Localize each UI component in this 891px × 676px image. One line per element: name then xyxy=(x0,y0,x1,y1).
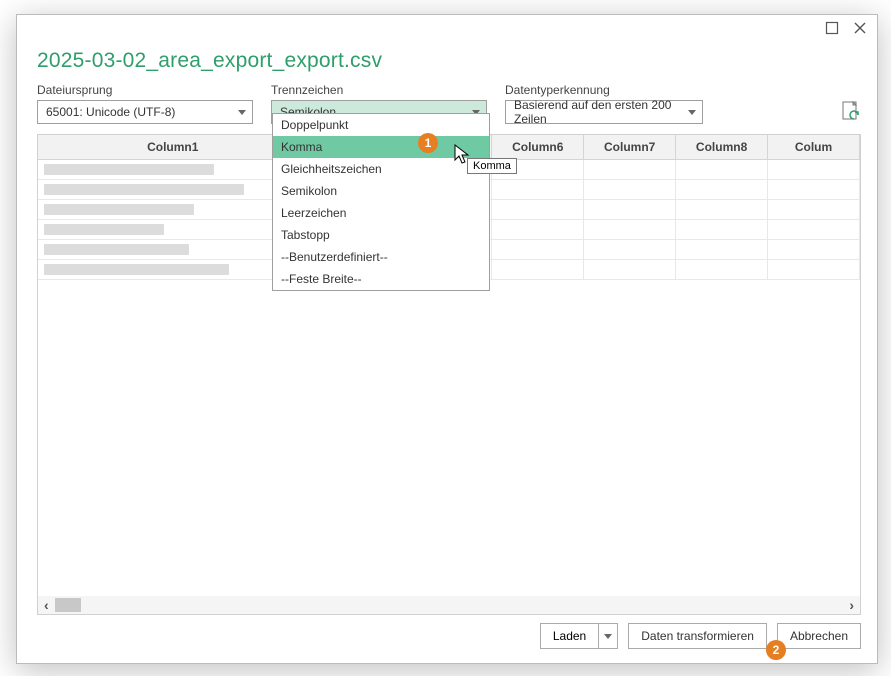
origin-dropdown[interactable]: 65001: Unicode (UTF-8) xyxy=(37,100,253,124)
annotation-marker-2: 2 xyxy=(766,640,786,660)
table-cell xyxy=(768,239,860,259)
transform-button[interactable]: Daten transformieren xyxy=(628,623,767,649)
datatype-control: Datentyperkennung Basierend auf den erst… xyxy=(505,83,703,124)
table-cell xyxy=(584,199,676,219)
separator-option[interactable]: --Benutzerdefiniert-- xyxy=(273,246,489,268)
separator-option[interactable]: Gleichheitszeichen xyxy=(273,158,489,180)
close-icon[interactable] xyxy=(853,21,867,35)
table-cell xyxy=(584,259,676,279)
csv-import-dialog: 2025-03-02_area_export_export.csv Dateiu… xyxy=(16,14,878,664)
table-cell xyxy=(676,259,768,279)
origin-control: Dateiursprung 65001: Unicode (UTF-8) xyxy=(37,83,253,124)
table-cell xyxy=(584,219,676,239)
table-cell xyxy=(676,199,768,219)
table-cell xyxy=(492,199,584,219)
table-cell xyxy=(676,179,768,199)
table-cell xyxy=(492,219,584,239)
separator-dropdown-list: DoppelpunktKommaGleichheitszeichenSemiko… xyxy=(272,113,490,291)
load-button-split: Laden xyxy=(540,623,618,649)
column-header[interactable]: Column1 xyxy=(38,135,308,159)
column-header[interactable]: Column6 xyxy=(492,135,584,159)
refresh-icon[interactable] xyxy=(841,101,861,123)
separator-option[interactable]: --Feste Breite-- xyxy=(273,268,489,290)
table-cell xyxy=(768,159,860,179)
origin-value: 65001: Unicode (UTF-8) xyxy=(46,105,175,119)
load-button-label: Laden xyxy=(553,629,586,643)
table-cell xyxy=(492,239,584,259)
origin-label: Dateiursprung xyxy=(37,83,253,97)
annotation-marker-1: 1 xyxy=(418,133,438,153)
file-title: 2025-03-02_area_export_export.csv xyxy=(37,49,861,73)
table-cell xyxy=(38,239,308,259)
dialog-footer: Laden Daten transformieren Abbrechen xyxy=(37,623,861,649)
table-cell xyxy=(768,259,860,279)
table-cell xyxy=(768,219,860,239)
table-cell xyxy=(492,259,584,279)
cancel-button[interactable]: Abbrechen xyxy=(777,623,861,649)
separator-option[interactable]: Komma xyxy=(273,136,489,158)
cancel-button-label: Abbrechen xyxy=(790,629,848,643)
separator-option[interactable]: Leerzeichen xyxy=(273,202,489,224)
table-cell xyxy=(676,219,768,239)
table-cell xyxy=(38,199,308,219)
chevron-down-icon xyxy=(688,110,696,115)
scroll-left-icon[interactable]: ‹ xyxy=(44,597,49,613)
table-cell xyxy=(38,259,308,279)
table-cell xyxy=(492,179,584,199)
table-cell xyxy=(584,179,676,199)
hover-tooltip: Komma xyxy=(467,158,517,174)
load-button-dropdown[interactable] xyxy=(598,623,618,649)
separator-label: Trennzeichen xyxy=(271,83,487,97)
scroll-right-icon[interactable]: › xyxy=(849,597,854,613)
table-cell xyxy=(38,179,308,199)
scroll-track[interactable] xyxy=(55,598,844,612)
load-button[interactable]: Laden xyxy=(540,623,598,649)
table-cell xyxy=(38,219,308,239)
table-cell xyxy=(584,239,676,259)
table-cell xyxy=(768,199,860,219)
maximize-icon[interactable] xyxy=(825,21,839,35)
separator-option[interactable]: Tabstopp xyxy=(273,224,489,246)
column-header[interactable]: Column8 xyxy=(676,135,768,159)
table-cell xyxy=(584,159,676,179)
table-cell xyxy=(676,159,768,179)
chevron-down-icon xyxy=(604,634,612,639)
separator-option[interactable]: Doppelpunkt xyxy=(273,114,489,136)
table-cell xyxy=(768,179,860,199)
horizontal-scrollbar[interactable]: ‹ › xyxy=(38,596,860,614)
table-cell xyxy=(38,159,308,179)
scroll-thumb[interactable] xyxy=(55,598,81,612)
datatype-value: Basierend auf den ersten 200 Zeilen xyxy=(514,98,688,126)
column-header[interactable]: Column7 xyxy=(584,135,676,159)
separator-option[interactable]: Semikolon xyxy=(273,180,489,202)
datatype-label: Datentyperkennung xyxy=(505,83,703,97)
transform-button-label: Daten transformieren xyxy=(641,629,754,643)
chevron-down-icon xyxy=(238,110,246,115)
column-header[interactable]: Colum xyxy=(768,135,860,159)
datatype-dropdown[interactable]: Basierend auf den ersten 200 Zeilen xyxy=(505,100,703,124)
table-cell xyxy=(676,239,768,259)
